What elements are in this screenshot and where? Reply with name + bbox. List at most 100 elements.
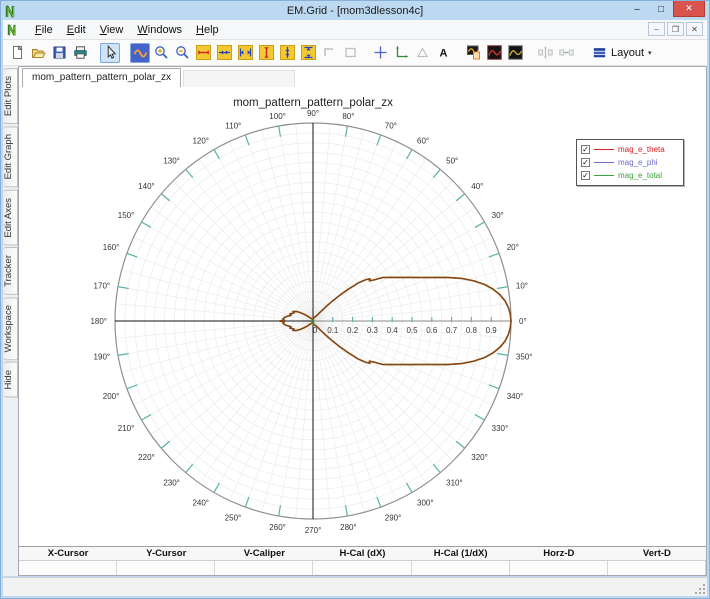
angle-tick	[474, 221, 485, 228]
fit-x-icon	[237, 45, 253, 60]
legend-label: mag_e_phi	[618, 158, 658, 167]
mdi-area: Edit Plots Edit Graph Edit Axes Tracker Work…	[3, 66, 707, 576]
resize-grip-icon[interactable]	[694, 583, 706, 595]
copy-plot-button[interactable]	[463, 43, 483, 63]
angle-label-90: 90°	[307, 109, 319, 118]
angle-label-140: 140°	[138, 182, 155, 191]
app-window: EM.Grid - [mom3dlesson4c] – □ ✕ File Edit…	[0, 0, 710, 599]
angle-tick	[213, 149, 220, 160]
angle-label-10: 10°	[516, 282, 528, 291]
angle-tick	[244, 134, 250, 146]
angle-tick	[117, 286, 129, 290]
radial-tick-label: 0.6	[426, 326, 438, 335]
plot-red-button[interactable]	[484, 43, 504, 63]
plot-trace-button[interactable]	[130, 42, 150, 63]
legend-line-swatch	[594, 175, 614, 176]
save-button[interactable]	[49, 43, 69, 63]
angle-label-170: 170°	[94, 282, 111, 291]
sidebar-tab-hide[interactable]: Hide	[3, 362, 18, 398]
menu-windows[interactable]: Windows	[130, 22, 189, 38]
mdi-restore-icon: ❐	[671, 24, 680, 34]
mdi-restore-button[interactable]: ❐	[667, 22, 684, 36]
pointer-button[interactable]	[100, 42, 120, 63]
radial-tick-label: 0.1	[327, 326, 339, 335]
expand-y-icon	[258, 45, 274, 60]
save-icon	[53, 46, 65, 59]
close-button[interactable]: ✕	[673, 1, 705, 17]
legend-entry: ✓ mag_e_theta	[581, 143, 679, 156]
plot-area[interactable]: 0 0.1 0.2 0.3 0.4 0.5 0.6 0.7 0.8 0.9 0° 10° 20° 30° 4…	[19, 87, 706, 546]
mdi-close-button[interactable]: ✕	[686, 22, 703, 36]
corner-box-button	[319, 43, 339, 63]
sidebar-tab-edit-graph[interactable]: Edit Graph	[3, 126, 18, 188]
new-document-button[interactable]	[7, 43, 27, 63]
cursor-value-cell	[313, 561, 412, 575]
open-folder-button[interactable]	[28, 43, 48, 63]
plot-title: mom_pattern_pattern_polar_zx	[233, 97, 393, 109]
expand-y-button[interactable]	[256, 43, 276, 63]
menu-file[interactable]: File	[28, 22, 60, 38]
angle-label-230: 230°	[163, 478, 180, 487]
sidebar-tab-edit-axes[interactable]: Edit Axes	[3, 189, 18, 246]
plot-olive-button[interactable]	[505, 43, 525, 63]
plot-olive-icon	[507, 45, 523, 60]
sidebar-tab-tracker[interactable]: Tracker	[3, 247, 18, 296]
angle-tick	[141, 414, 152, 421]
angle-tick	[141, 221, 152, 228]
close-icon: ✕	[685, 3, 693, 13]
cursor-value-cell	[411, 561, 510, 575]
legend-checkbox[interactable]: ✓	[581, 171, 590, 180]
angle-label-310: 310°	[446, 478, 463, 487]
align-h-button	[556, 43, 576, 63]
layout-button[interactable]: Layout ▾	[586, 44, 658, 61]
minimize-button[interactable]: –	[625, 1, 649, 17]
zoom-out-button[interactable]	[172, 43, 192, 63]
tab-mom-pattern-pattern-polar-zx[interactable]: mom_pattern_pattern_polar_zx	[22, 68, 181, 87]
angle-label-190: 190°	[94, 352, 111, 361]
maximize-button[interactable]: □	[649, 1, 673, 17]
axes-button[interactable]	[391, 43, 411, 63]
fit-y-button[interactable]	[298, 43, 318, 63]
angle-tick	[497, 286, 509, 290]
angle-label-250: 250°	[225, 514, 242, 523]
mdi-minimize-button[interactable]: –	[648, 22, 665, 36]
text-a-button[interactable]: A	[433, 43, 453, 63]
angle-tick	[160, 193, 171, 202]
align-v-icon	[537, 46, 553, 59]
toolbar-separator	[91, 43, 100, 63]
angle-label-100: 100°	[269, 112, 286, 121]
angle-label-330: 330°	[492, 424, 509, 433]
shrink-y-button[interactable]	[277, 43, 297, 63]
menu-view[interactable]: View	[93, 22, 131, 38]
document-area: mom_pattern_pattern_polar_zx 0 0.1 0.2 0.3 0…	[18, 66, 707, 576]
angle-tick	[278, 125, 282, 137]
align-v-button	[535, 43, 555, 63]
print-icon	[73, 46, 87, 59]
document-tab-bar: mom_pattern_pattern_polar_zx	[19, 67, 706, 87]
menu-edit[interactable]: Edit	[60, 22, 93, 38]
legend-label: mag_e_theta	[618, 145, 665, 154]
toolbar: A Layout ▾	[3, 40, 707, 66]
plot-red-icon	[486, 45, 502, 60]
angle-label-0: 0°	[519, 317, 527, 326]
shrink-x-button[interactable]	[214, 43, 234, 63]
legend-checkbox[interactable]: ✓	[581, 158, 590, 167]
expand-x-button[interactable]	[193, 43, 213, 63]
legend-checkbox[interactable]: ✓	[581, 145, 590, 154]
zoom-in-button[interactable]	[151, 43, 171, 63]
angle-label-130: 130°	[163, 157, 180, 166]
angle-label-70: 70°	[385, 121, 397, 130]
toolbar-separator	[454, 43, 463, 63]
angle-label-200: 200°	[103, 392, 120, 401]
menu-help[interactable]: Help	[189, 22, 226, 38]
sidebar-tab-edit-plots[interactable]: Edit Plots	[3, 68, 18, 125]
crosshair-button[interactable]	[370, 43, 390, 63]
angle-label-180: 180°	[90, 317, 107, 326]
angle-tick	[376, 496, 382, 508]
angle-label-240: 240°	[192, 499, 209, 508]
print-button[interactable]	[70, 43, 90, 63]
mdi-window-controls: – ❐ ✕	[648, 22, 703, 36]
fit-x-button[interactable]	[235, 43, 255, 63]
cursor-value-cell	[215, 561, 314, 575]
sidebar-tab-workspace[interactable]: Workspace	[3, 297, 18, 361]
